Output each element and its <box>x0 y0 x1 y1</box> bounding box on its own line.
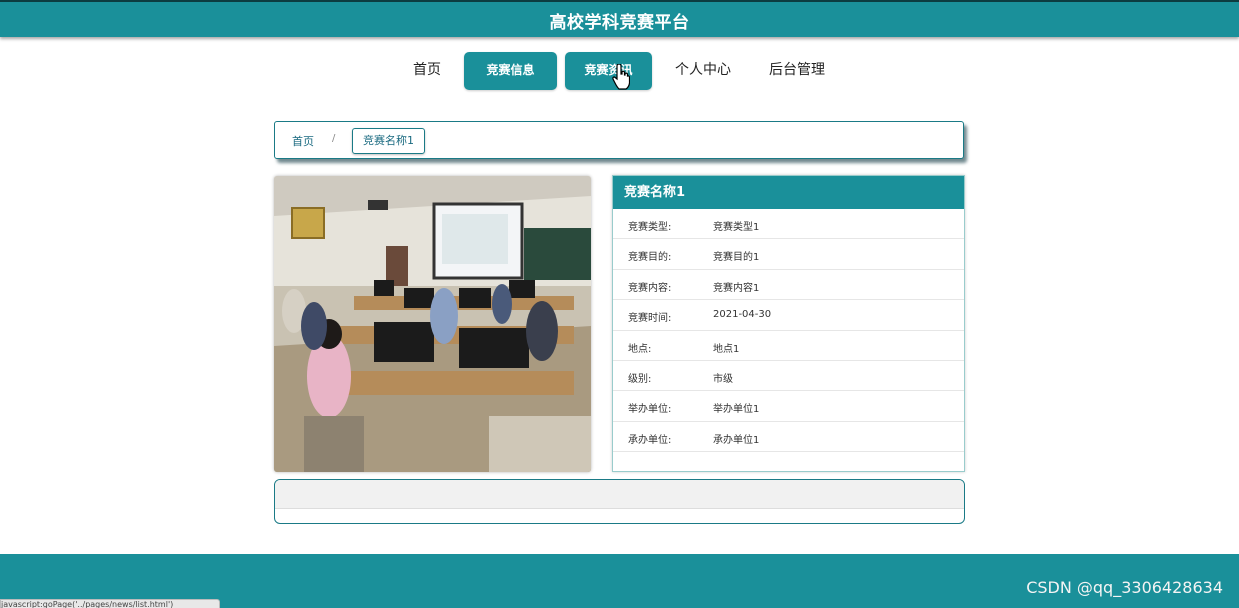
detail-key: 竞赛内容: <box>628 282 672 294</box>
detail-row-co-organizer: 承办单位: 承办单位1 <box>613 422 964 453</box>
nav-admin[interactable]: 后台管理 <box>762 52 832 90</box>
detail-row-purpose: 竞赛目的: 竞赛目的1 <box>613 239 964 270</box>
nav-home[interactable]: 首页 <box>402 52 452 90</box>
breadcrumb-home-link[interactable]: 首页 <box>292 133 314 149</box>
detail-value: 2021-04-30 <box>713 309 772 321</box>
detail-row-level: 级别: 市级 <box>613 361 964 392</box>
detail-key: 竞赛目的: <box>628 252 672 264</box>
site-title: 高校学科竞赛平台 <box>549 13 690 33</box>
detail-value: 市级 <box>713 373 733 385</box>
detail-key: 竞赛时间: <box>628 313 672 325</box>
detail-title: 竞赛名称1 <box>613 176 964 209</box>
detail-row-location: 地点: 地点1 <box>613 331 964 361</box>
detail-row-time: 竞赛时间: 2021-04-30 <box>613 300 964 331</box>
breadcrumb-separator: / <box>332 133 336 144</box>
breadcrumb-current: 竞赛名称1 <box>352 128 425 154</box>
detail-key: 级别: <box>628 373 652 385</box>
detail-value: 地点1 <box>713 343 740 355</box>
detail-value: 竞赛内容1 <box>713 282 760 294</box>
detail-row-type: 竞赛类型: 竞赛类型1 <box>613 209 964 240</box>
content-box-header <box>275 480 964 509</box>
watermark-text: CSDN @qq_3306428634 <box>1026 578 1223 597</box>
detail-value: 竞赛类型1 <box>713 222 760 233</box>
detail-row-content: 竞赛内容: 竞赛内容1 <box>613 270 964 301</box>
nav-personal-center[interactable]: 个人中心 <box>668 52 738 90</box>
detail-key: 竞赛类型: <box>628 222 672 233</box>
browser-status-bar: javascript:goPage('../pages/news/list.ht… <box>0 599 220 608</box>
header-bar: 高校学科竞赛平台 <box>0 0 1239 37</box>
breadcrumb: 首页 / 竞赛名称1 <box>274 121 964 159</box>
competition-content-box <box>274 479 965 524</box>
detail-value: 竞赛目的1 <box>713 252 760 264</box>
detail-value: 承办单位1 <box>713 434 760 446</box>
competition-photo <box>274 176 591 472</box>
detail-value: 举办单位1 <box>713 404 760 416</box>
hand-cursor-icon <box>612 64 630 90</box>
detail-key: 举办单位: <box>628 404 672 416</box>
detail-key: 地点: <box>628 343 652 355</box>
detail-row-organizer: 举办单位: 举办单位1 <box>613 391 964 422</box>
nav-competition-news[interactable]: 竞赛资讯 <box>565 52 652 90</box>
nav-competition-info[interactable]: 竞赛信息 <box>464 52 557 90</box>
detail-key: 承办单位: <box>628 434 672 446</box>
competition-detail-card: 竞赛名称1 竞赛类型: 竞赛类型1 竞赛目的: 竞赛目的1 竞赛内容: 竞赛内容… <box>612 175 965 472</box>
